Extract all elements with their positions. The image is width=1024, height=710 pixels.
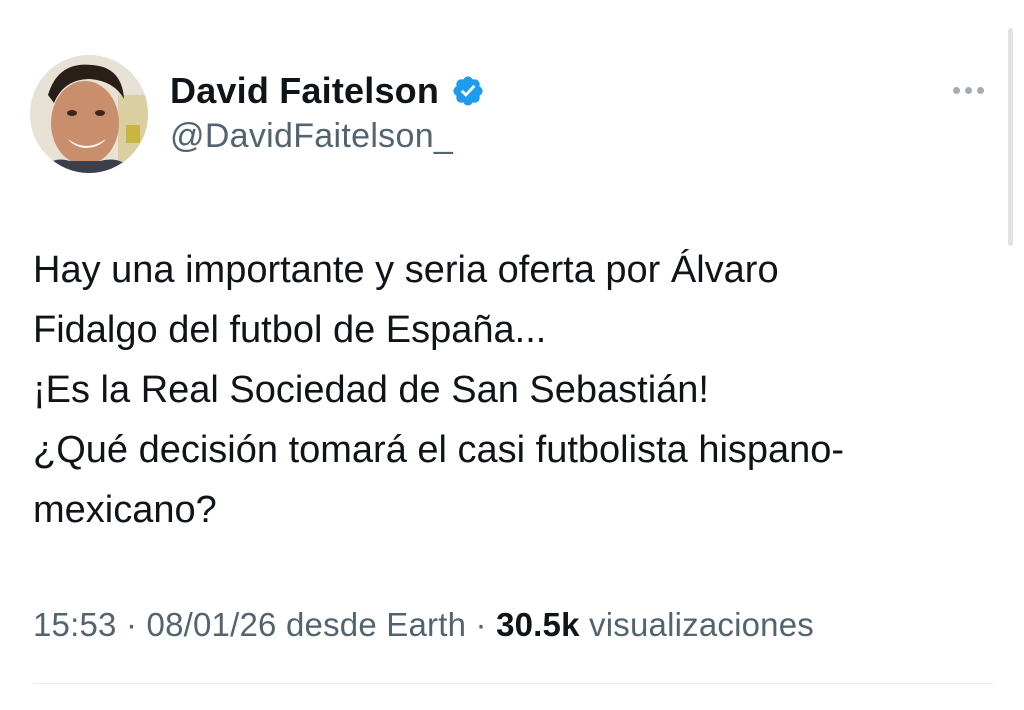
meta-separator: · [116,606,147,643]
author-handle[interactable]: @DavidFaitelson_ [170,117,453,156]
tweet-text-line: ¿Qué decisión tomará el casi futbolista … [33,429,845,471]
divider [33,683,993,684]
views-label[interactable]: visualizaciones [589,606,814,643]
more-options-icon[interactable] [946,80,990,100]
tweet-text-line: Hay una importante y seria oferta por Ál… [33,249,779,291]
meta-separator: · [466,606,497,643]
tweet-time[interactable]: 15:53 [33,606,117,643]
scrollbar[interactable] [1008,28,1013,246]
tweet-text-line: Fidalgo del futbol de España... [33,309,547,351]
verified-badge-icon[interactable] [451,74,485,108]
tweet-text-line: ¡Es la Real Sociedad de San Sebastián! [33,369,709,411]
tweet-text-line: mexicano? [33,489,217,531]
more-dot [964,86,972,94]
author-display-name[interactable]: David Faitelson [170,70,439,112]
tweet-meta: 15:53 · 08/01/26 desde Earth · 30.5k vis… [33,606,814,644]
tweet-text: Hay una importante y seria oferta por Ál… [33,240,993,540]
tweet-source: desde Earth [285,606,467,643]
author-avatar[interactable] [30,55,148,173]
avatar-photo [30,55,148,173]
author-name-row: David Faitelson [170,68,485,114]
more-dot [952,86,960,94]
tweet-date[interactable]: 08/01/26 [147,606,277,643]
more-dot [976,86,984,94]
views-count[interactable]: 30.5k [496,606,580,643]
